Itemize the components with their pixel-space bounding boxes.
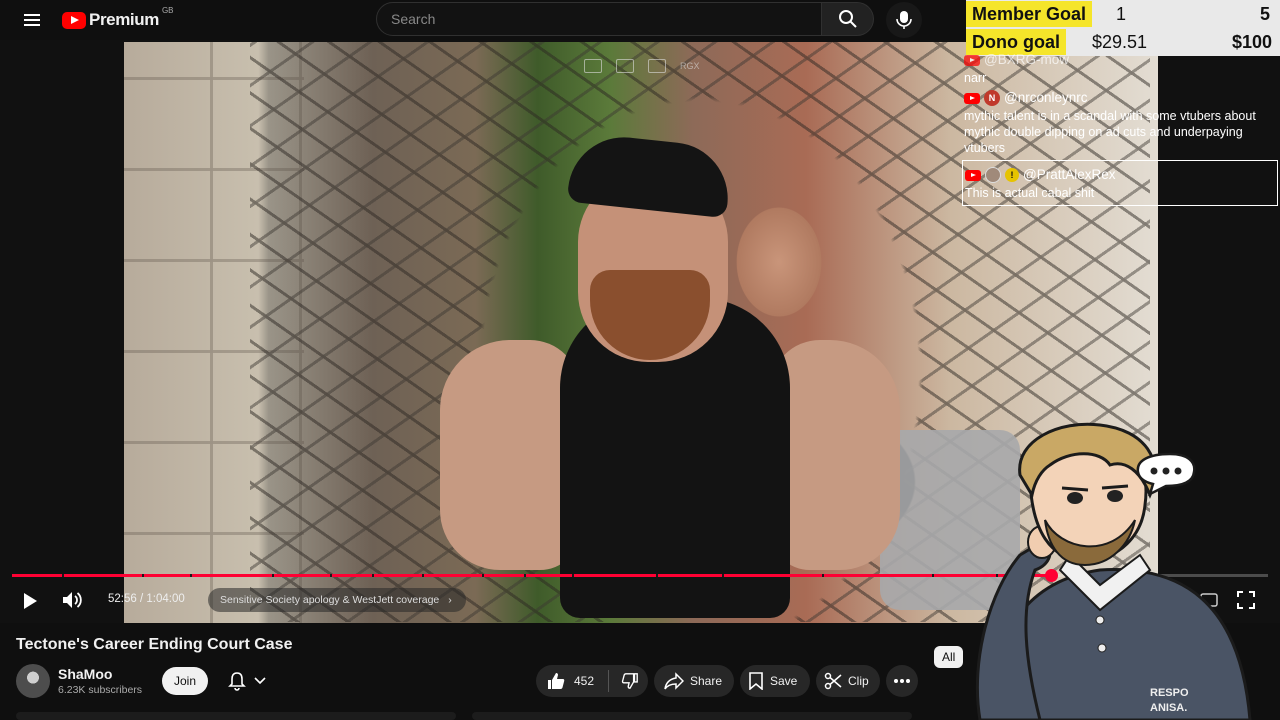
avatar-caption: RESPO ANISA.: [1150, 686, 1210, 716]
chat-user: @BXRG-mow: [984, 52, 1069, 67]
chapter-marker: [422, 574, 424, 577]
youtube-icon: [964, 92, 980, 104]
bookmark-icon: [749, 672, 763, 690]
vtuber-avatar: [950, 420, 1280, 720]
chapter-marker: [272, 574, 274, 577]
search-icon: [838, 10, 857, 28]
search-box[interactable]: [376, 2, 822, 36]
chapter-marker: [822, 574, 824, 577]
country-code: GB: [161, 6, 174, 15]
bell-icon: [228, 672, 246, 691]
chat-text: narr: [964, 71, 987, 85]
menu-icon[interactable]: [20, 8, 44, 32]
chapter-marker: [656, 574, 658, 577]
user-badge: N: [984, 90, 1000, 106]
chapter-button[interactable]: Sensitive Society apology & WestJett cov…: [208, 588, 466, 612]
member-goal-row: Member Goal 1 5: [966, 0, 1280, 28]
chapter-marker: [142, 574, 144, 577]
chapter-marker: [722, 574, 724, 577]
chat-text: This is actual cabal shit: [965, 186, 1095, 200]
chapter-marker: [62, 574, 64, 577]
youtube-logo-icon: [62, 11, 86, 29]
next-icon[interactable]: [648, 59, 666, 73]
like-count: 452: [574, 674, 595, 688]
moderator-badge-icon: !: [1005, 168, 1019, 182]
youtube-premium-logo[interactable]: Premium GB: [62, 6, 174, 32]
chat-text: mythic talent is in a scandal with some …: [964, 109, 1256, 155]
chapter-marker: [372, 574, 374, 577]
more-horizontal-icon: [894, 679, 910, 683]
chevron-right-icon: ›: [448, 594, 452, 606]
overlay-tag: RGX: [680, 61, 700, 71]
voice-search-button[interactable]: [886, 2, 922, 38]
person-arm-left: [440, 340, 580, 570]
chapter-marker: [524, 574, 526, 577]
volume-button[interactable]: [60, 589, 84, 611]
divider: [608, 670, 610, 692]
chapter-marker: [482, 574, 484, 577]
join-button[interactable]: Join: [162, 667, 209, 695]
video-title: Tectone's Career Ending Court Case: [16, 636, 293, 653]
brand-label: Premium: [89, 10, 159, 29]
progress-played: [12, 574, 1051, 577]
chat-overlay: @BXRG-mow narr N @nrconleynrc mythic tal…: [962, 52, 1280, 206]
chapter-marker: [932, 574, 934, 577]
chapter-marker: [330, 574, 332, 577]
player-overlay-icons: RGX: [584, 56, 700, 76]
share-label: Share: [690, 674, 723, 688]
theater-icon[interactable]: [616, 59, 634, 73]
description-box[interactable]: [16, 712, 456, 720]
search-button[interactable]: [822, 2, 874, 36]
chapter-marker: [572, 574, 574, 577]
goal-target: 5: [1259, 4, 1270, 24]
microphone-icon: [896, 11, 912, 29]
goals-panel: Member Goal 1 5 Dono goal $29.51 $100: [966, 0, 1280, 56]
miniplayer-icon[interactable]: [584, 59, 602, 73]
clip-label: Clip: [848, 674, 869, 688]
chat-message-highlighted: ! @PrattAlexRex This is actual cabal shi…: [962, 160, 1278, 206]
chapter-label: Sensitive Society apology & WestJett cov…: [220, 594, 440, 606]
save-button[interactable]: Save: [740, 665, 810, 697]
chapter-marker: [190, 574, 192, 577]
channel-avatar[interactable]: [16, 664, 50, 698]
time-display: 52:56 / 1:04:00: [108, 593, 185, 605]
save-label: Save: [770, 674, 798, 688]
thumbs-down-icon: [621, 673, 638, 689]
dislike-button[interactable]: [621, 672, 639, 690]
scissors-icon: [824, 672, 842, 690]
volume-icon: [63, 592, 82, 608]
channel-name[interactable]: ShaMoo: [58, 666, 112, 682]
caption-line: ANISA.: [1150, 702, 1188, 714]
like-button[interactable]: 452: [546, 671, 594, 691]
clip-button[interactable]: Clip: [816, 665, 880, 697]
comments-teaser[interactable]: [472, 712, 912, 720]
goal-label: Member Goal: [966, 1, 1093, 27]
youtube-icon: [965, 169, 981, 181]
play-icon: [24, 593, 37, 609]
share-button[interactable]: Share: [654, 665, 734, 697]
goal-current: 1: [1116, 4, 1127, 24]
chat-message: N @nrconleynrc mythic talent is in a sca…: [964, 88, 1276, 156]
chevron-down-icon: [254, 677, 266, 685]
chat-user: @PrattAlexRex: [1023, 167, 1116, 182]
play-button[interactable]: [18, 590, 42, 612]
chat-user: @nrconleynrc: [1004, 90, 1088, 105]
subscriber-count: 6.23K subscribers: [58, 684, 143, 696]
more-actions-button[interactable]: [886, 665, 918, 697]
notifications-button[interactable]: [222, 667, 288, 695]
chat-message: @BXRG-mow narr: [964, 50, 1276, 86]
search-input[interactable]: [389, 10, 809, 28]
youtube-icon: [964, 54, 980, 66]
caption-line: RESPO: [1150, 687, 1189, 699]
thumbs-up-icon: [548, 673, 565, 689]
share-icon: [664, 672, 684, 690]
like-dislike-group: 452: [536, 665, 648, 697]
user-avatar: [985, 167, 1001, 183]
